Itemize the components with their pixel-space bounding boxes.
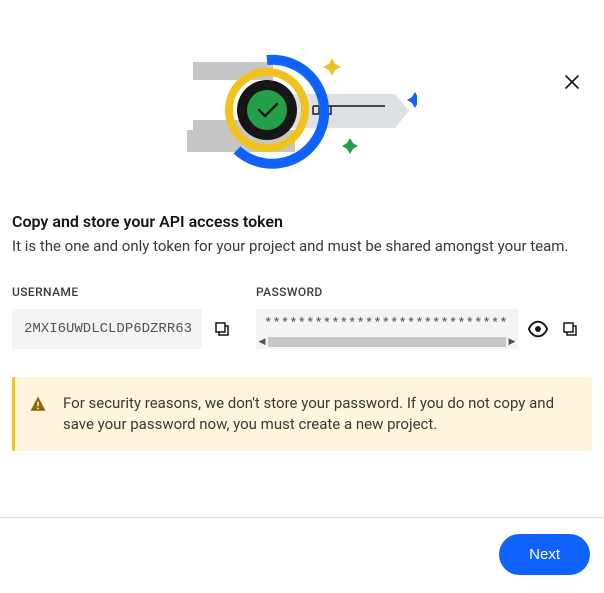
scroll-left-icon[interactable]: ◀ bbox=[256, 337, 268, 347]
scroll-track[interactable] bbox=[268, 337, 506, 347]
warning-text: For security reasons, we don't store you… bbox=[63, 393, 574, 435]
copy-password-button[interactable] bbox=[558, 317, 582, 341]
warning-banner: For security reasons, we don't store you… bbox=[12, 377, 592, 451]
username-value[interactable]: 2MXI6UWDLCLDP6DZRR63 bbox=[12, 309, 202, 349]
password-value-box[interactable]: ***************************** ◀ ▶ bbox=[256, 309, 518, 349]
close-button[interactable] bbox=[560, 70, 584, 94]
password-label: PASSWORD bbox=[256, 285, 592, 299]
headline: Copy and store your API access token bbox=[12, 212, 592, 231]
warning-icon bbox=[29, 395, 47, 413]
eye-icon bbox=[527, 318, 549, 340]
footer: Next bbox=[0, 517, 604, 593]
copy-icon bbox=[213, 320, 231, 338]
password-field: PASSWORD ***************************** ◀… bbox=[256, 285, 592, 349]
key-illustration bbox=[187, 52, 417, 172]
copy-icon bbox=[561, 320, 579, 338]
reveal-password-button[interactable] bbox=[526, 317, 550, 341]
subheadline: It is the one and only token for your pr… bbox=[12, 237, 592, 255]
copy-username-button[interactable] bbox=[210, 317, 234, 341]
username-label: USERNAME bbox=[12, 285, 234, 299]
password-scrollbar[interactable]: ◀ ▶ bbox=[256, 335, 518, 349]
close-icon bbox=[564, 74, 580, 90]
password-value: ***************************** bbox=[256, 309, 518, 335]
next-button[interactable]: Next bbox=[499, 534, 590, 575]
username-field: USERNAME 2MXI6UWDLCLDP6DZRR63 bbox=[12, 285, 234, 349]
scroll-right-icon[interactable]: ▶ bbox=[506, 337, 518, 347]
